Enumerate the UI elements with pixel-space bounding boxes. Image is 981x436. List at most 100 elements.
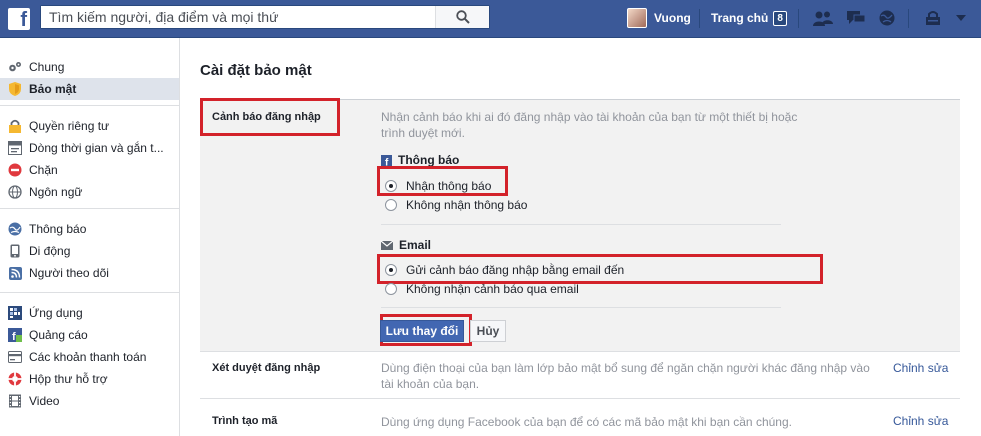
radio-label: Không nhận thông báo (406, 198, 528, 212)
email-heading: Email (381, 238, 431, 252)
sidebar-item-label: Ngôn ngữ (29, 185, 83, 199)
radio-label: Gửi cảnh báo đăng nhập bằng email đến (406, 263, 625, 277)
messages-icon[interactable] (845, 8, 867, 28)
sidebar-group-notifications: Thông báo Di động Người theo dõi (0, 209, 179, 293)
sidebar-item-label: Chặn (29, 163, 58, 177)
sidebar-group-apps: Ứng dụng f Quảng cáo Các khoản thanh toá… (0, 293, 179, 418)
divider (798, 9, 799, 28)
cancel-button[interactable]: Hủy (470, 320, 506, 342)
lifebuoy-icon (7, 371, 23, 387)
sidebar-item-label: Chung (29, 60, 65, 74)
envelope-icon (381, 240, 393, 250)
security-settings-panel: Cài đặt bảo mật Cảnh báo đăng nhập Nhận … (181, 38, 981, 436)
divider (699, 9, 700, 28)
page-title: Cài đặt bảo mật (200, 62, 312, 79)
login-alerts-section: Cảnh báo đăng nhập Nhận cảnh báo khi ai … (200, 98, 960, 352)
timeline-icon (7, 140, 23, 156)
sidebar-item-general[interactable]: Chung (0, 56, 179, 78)
login-approvals-description: Dùng điện thoại của bạn làm lớp bảo mật … (381, 361, 870, 391)
code-generator-description: Dùng ứng dụng Facebook của bạn để có các… (381, 415, 792, 429)
divider (381, 224, 781, 225)
block-icon (7, 162, 23, 178)
sidebar-item-blocking[interactable]: Chặn (0, 159, 179, 181)
globe-notification-icon (7, 221, 23, 237)
login-alerts-label: Cảnh báo đăng nhập (212, 111, 321, 123)
shield-icon (7, 81, 23, 97)
radio-notify-off[interactable]: Không nhận thông báo (385, 198, 527, 212)
sidebar-item-label: Video (29, 394, 60, 408)
home-link[interactable]: Trang chủ 8 (711, 6, 787, 30)
notifications-heading: f Thông báo (381, 153, 459, 167)
sidebar-item-ads[interactable]: f Quảng cáo (0, 324, 179, 346)
radio-notify-on[interactable]: Nhận thông báo (385, 179, 491, 193)
gear-icon (7, 59, 23, 75)
search-button[interactable] (435, 6, 489, 28)
row-divider (200, 398, 960, 399)
sidebar-item-label: Thông báo (29, 222, 87, 236)
sidebar-item-label: Quyền riêng tư (29, 119, 110, 133)
sidebar-item-followers[interactable]: Người theo dõi (0, 262, 179, 284)
sidebar-item-label: Hộp thư hỗ trợ (29, 372, 108, 386)
radio-email-on[interactable]: Gửi cảnh báo đăng nhập bằng email đến (385, 263, 624, 277)
facebook-logo-letter: f (8, 8, 30, 31)
radio-label: Nhận thông báo (406, 179, 492, 193)
sidebar-item-language[interactable]: Ngôn ngữ (0, 181, 179, 203)
divider (908, 9, 909, 28)
radio-email-off[interactable]: Không nhận cảnh báo qua email (385, 282, 579, 296)
notifications-heading-label: Thông báo (398, 153, 460, 167)
user-name: Vuong (654, 11, 691, 25)
privacy-shortcuts-icon[interactable] (922, 8, 944, 28)
profile-link[interactable]: Vuong (627, 6, 691, 30)
sidebar-item-label: Quảng cáo (29, 328, 88, 342)
sidebar-item-label: Di động (29, 244, 71, 258)
code-generator-edit-link[interactable]: Chỉnh sửa (893, 414, 948, 428)
svg-text:f: f (12, 331, 16, 342)
facebook-square-icon: f (381, 154, 392, 166)
divider (381, 307, 781, 308)
globe-notifications-icon[interactable] (876, 8, 898, 28)
settings-sidebar: Chung Bảo mật Quyền riêng tư Dòng thời g… (0, 38, 180, 436)
radio-label: Không nhận cảnh báo qua email (406, 282, 579, 296)
search-box (40, 5, 490, 29)
ads-icon: f (7, 327, 23, 343)
search-input[interactable] (41, 6, 435, 28)
sidebar-item-label: Người theo dõi (29, 266, 109, 280)
sidebar-item-mobile[interactable]: Di động (0, 240, 179, 262)
sidebar-item-timeline[interactable]: Dòng thời gian và gắn t... (0, 137, 179, 159)
sidebar-item-payments[interactable]: Các khoản thanh toán (0, 346, 179, 368)
film-icon (7, 393, 23, 409)
avatar (627, 8, 647, 28)
radio-button-checked[interactable] (385, 264, 397, 276)
friend-requests-icon[interactable] (812, 8, 834, 28)
sidebar-item-notifications[interactable]: Thông báo (0, 218, 179, 240)
home-badge: 8 (773, 10, 787, 26)
account-menu-icon[interactable] (950, 8, 972, 28)
search-icon (455, 10, 470, 24)
facebook-logo[interactable]: f (0, 0, 38, 38)
sidebar-item-security[interactable]: Bảo mật (0, 78, 179, 100)
top-navigation-bar: f Vuong Trang chủ 8 (0, 0, 981, 38)
lock-icon (7, 118, 23, 134)
sidebar-group-general: Chung Bảo mật (0, 38, 179, 106)
sidebar-item-videos[interactable]: Video (0, 390, 179, 412)
save-changes-button[interactable]: Lưu thay đổi (380, 320, 464, 342)
sidebar-group-privacy: Quyền riêng tư Dòng thời gian và gắn t..… (0, 106, 179, 209)
sidebar-item-privacy[interactable]: Quyền riêng tư (0, 115, 179, 137)
login-alerts-description: Nhận cảnh báo khi ai đó đăng nhập vào tà… (381, 110, 798, 140)
home-label: Trang chủ (711, 11, 769, 25)
sidebar-item-label: Bảo mật (29, 82, 77, 96)
login-approvals-edit-link[interactable]: Chỉnh sửa (893, 361, 948, 375)
radio-button[interactable] (385, 199, 397, 211)
apps-icon (7, 305, 23, 321)
radio-button[interactable] (385, 283, 397, 295)
email-heading-label: Email (399, 238, 432, 252)
mobile-icon (7, 243, 23, 259)
sidebar-item-label: Dòng thời gian và gắn t... (29, 141, 164, 155)
sidebar-item-support-inbox[interactable]: Hộp thư hỗ trợ (0, 368, 179, 390)
radio-button-checked[interactable] (385, 180, 397, 192)
sidebar-item-label: Các khoản thanh toán (29, 350, 147, 364)
login-approvals-label: Xét duyệt đăng nhập (212, 362, 321, 374)
sidebar-item-label: Ứng dụng (29, 306, 83, 320)
sidebar-item-apps[interactable]: Ứng dụng (0, 302, 179, 324)
rss-icon (7, 265, 23, 281)
